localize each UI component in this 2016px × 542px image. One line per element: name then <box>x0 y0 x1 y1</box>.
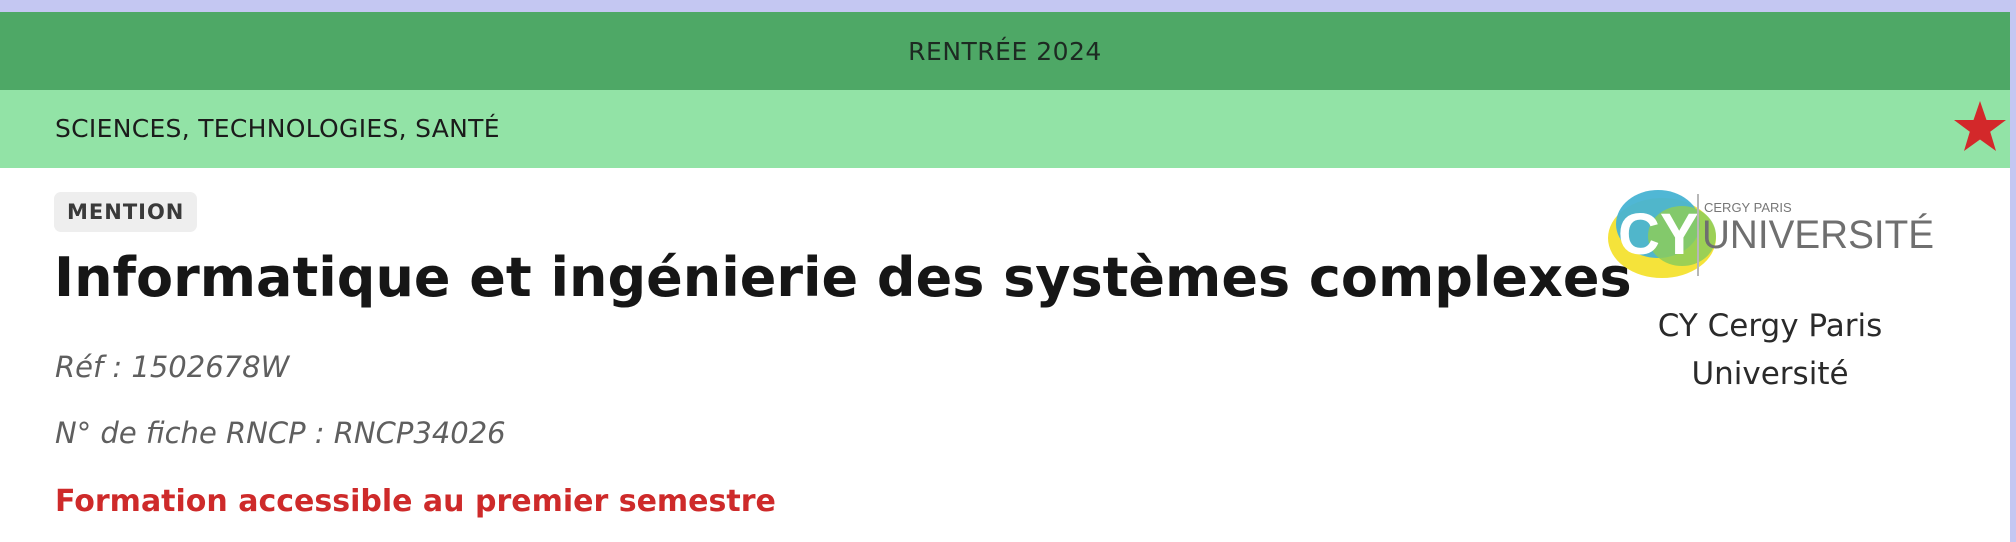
year-banner: RENTRÉE 2024 <box>0 12 2010 90</box>
logo-main-text: UNIVERSITÉ <box>1702 212 1934 257</box>
rncp-number: N° de fiche RNCP : RNCP34026 <box>55 416 506 450</box>
star-icon[interactable] <box>1950 98 2010 158</box>
mention-badge: MENTION <box>54 192 198 232</box>
domain-label: SCIENCES, TECHNOLOGIES, SANTÉ <box>55 114 500 143</box>
university-logo: CY CERGY PARIS UNIVERSITÉ <box>1608 190 1934 278</box>
university-name: CY Cergy Paris Université <box>1657 308 1883 392</box>
logo-initials: CY <box>1618 202 1699 267</box>
window-top-strip <box>0 0 2016 12</box>
page-title: Informatique et ingénierie des systèmes … <box>54 246 1632 309</box>
formation-header: MENTION Informatique et ingénierie des s… <box>0 168 2010 542</box>
reference-number: Réf : 1502678W <box>55 350 290 384</box>
window-right-strip <box>2010 0 2016 542</box>
access-note: Formation accessible au premier semestre <box>55 484 776 519</box>
year-label: RENTRÉE 2024 <box>908 36 1102 66</box>
domain-banner: SCIENCES, TECHNOLOGIES, SANTÉ <box>0 90 2010 168</box>
